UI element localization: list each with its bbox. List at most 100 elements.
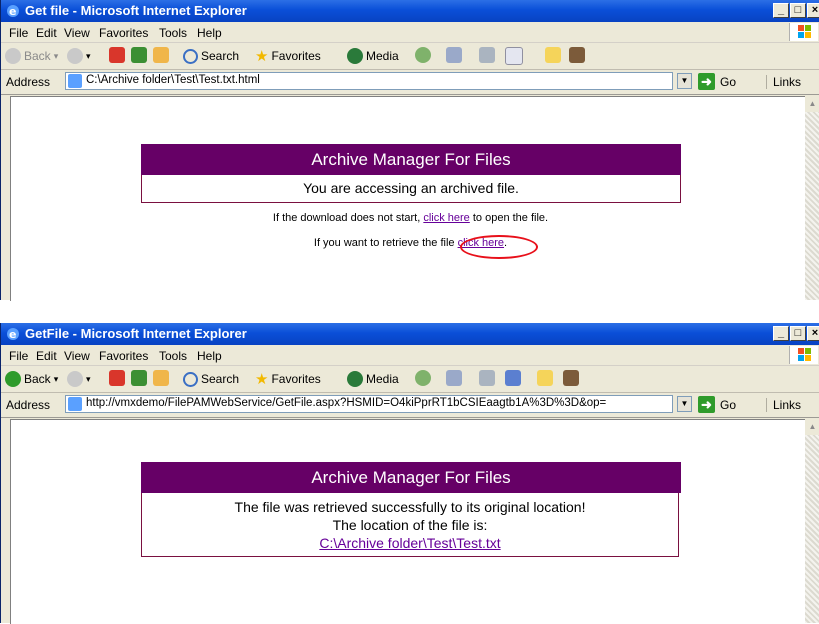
page-header: Archive Manager For Files <box>141 144 681 175</box>
page-icon <box>68 74 82 88</box>
menu-bar: File Edit View Favorites Tools Help <box>1 22 819 43</box>
mail-icon[interactable] <box>446 47 462 63</box>
star-icon: ★ <box>255 371 269 388</box>
back-arrow-icon <box>5 48 21 64</box>
discuss-icon[interactable] <box>545 47 561 63</box>
window-title: Get file - Microsoft Internet Explorer <box>25 3 247 18</box>
address-bar: Address http://vmxdemo/FilePAMWebService… <box>1 393 819 418</box>
address-input[interactable]: C:\Archive folder\Test\Test.txt.html <box>65 72 673 90</box>
minimize-button[interactable]: _ <box>773 3 789 18</box>
location-label: The location of the file is: <box>332 517 488 533</box>
media-button[interactable]: Media <box>347 370 399 388</box>
media-icon <box>347 371 363 387</box>
mail-icon[interactable] <box>446 370 462 386</box>
search-icon <box>183 371 198 387</box>
windows-logo-icon <box>789 23 818 41</box>
windows-logo-icon <box>789 346 818 364</box>
favorites-button[interactable]: ★ Favorites <box>255 47 321 65</box>
maximize-button[interactable]: □ <box>790 3 806 18</box>
menu-favorites[interactable]: Favorites <box>99 26 148 40</box>
highlight-oval <box>460 235 538 259</box>
download-instruction: If the download does not start, click he… <box>272 212 549 224</box>
window-title: GetFile - Microsoft Internet Explorer <box>25 326 247 341</box>
minimize-button[interactable]: _ <box>773 326 789 341</box>
menu-bar: File Edit View Favorites Tools Help <box>1 345 819 366</box>
svg-text:e: e <box>9 5 16 18</box>
discuss-icon[interactable] <box>537 370 553 386</box>
page-header: Archive Manager For Files <box>141 462 681 493</box>
address-label: Address <box>6 398 51 412</box>
menu-help[interactable]: Help <box>197 26 222 40</box>
print-icon[interactable] <box>479 47 495 63</box>
vertical-scrollbar[interactable]: ▲ <box>805 419 819 623</box>
search-button[interactable]: Search <box>183 47 239 65</box>
forward-button[interactable]: ▾ <box>67 47 91 65</box>
go-arrow-icon: ➜ <box>698 396 715 413</box>
go-button[interactable]: ➜ Go <box>698 73 736 90</box>
address-input[interactable]: http://vmxdemo/FilePAMWebService/GetFile… <box>65 395 673 413</box>
toolbar: Back ▾ ▾ Search ★ Favorites Media <box>1 43 819 70</box>
back-button[interactable]: Back ▾ <box>5 47 58 65</box>
success-message: The file was retrieved successfully to i… <box>234 499 586 515</box>
search-icon <box>183 48 198 64</box>
forward-button[interactable]: ▾ <box>67 370 91 388</box>
close-button[interactable]: × <box>807 3 819 18</box>
links-button[interactable]: Links <box>766 398 801 412</box>
browser-window-getfile: e GetFile - Microsoft Internet Explorer … <box>0 323 819 624</box>
address-dropdown-button[interactable]: ▼ <box>677 73 692 89</box>
messenger-icon[interactable] <box>569 47 585 63</box>
maximize-button[interactable]: □ <box>790 326 806 341</box>
ie-icon: e <box>7 5 19 18</box>
result-message-box: The file was retrieved successfully to i… <box>141 493 679 557</box>
address-label: Address <box>6 75 51 89</box>
go-arrow-icon: ➜ <box>698 73 715 90</box>
forward-arrow-icon <box>67 48 83 64</box>
print-icon[interactable] <box>479 370 495 386</box>
edit-icon[interactable] <box>505 47 523 65</box>
scroll-up-icon[interactable]: ▲ <box>805 419 819 435</box>
stop-icon[interactable] <box>109 47 125 63</box>
toolbar: Back ▾ ▾ Search ★ Favorites Media <box>1 366 819 393</box>
scroll-up-icon[interactable]: ▲ <box>805 96 819 112</box>
media-icon <box>347 48 363 64</box>
vertical-scrollbar[interactable]: ▲ <box>805 96 819 300</box>
favorites-button[interactable]: ★ Favorites <box>255 370 321 388</box>
search-button[interactable]: Search <box>183 370 239 388</box>
history-icon[interactable] <box>415 370 431 386</box>
menu-help[interactable]: Help <box>197 349 222 363</box>
menu-edit[interactable]: Edit <box>36 349 57 363</box>
menu-tools[interactable]: Tools <box>159 349 187 363</box>
menu-file[interactable]: File <box>9 26 28 40</box>
title-bar[interactable]: e GetFile - Microsoft Internet Explorer … <box>1 323 819 345</box>
close-button[interactable]: × <box>807 326 819 341</box>
back-button[interactable]: Back ▾ <box>5 370 58 388</box>
address-bar: Address C:\Archive folder\Test\Test.txt.… <box>1 70 819 95</box>
refresh-icon[interactable] <box>131 47 147 63</box>
home-icon[interactable] <box>153 370 169 386</box>
edit-icon[interactable] <box>505 370 521 386</box>
menu-edit[interactable]: Edit <box>36 26 57 40</box>
messenger-icon[interactable] <box>563 370 579 386</box>
open-file-link[interactable]: click here <box>423 212 469 224</box>
browser-window-get-file: e Get file - Microsoft Internet Explorer… <box>0 0 819 301</box>
stop-icon[interactable] <box>109 370 125 386</box>
links-button[interactable]: Links <box>766 75 801 89</box>
menu-tools[interactable]: Tools <box>159 26 187 40</box>
file-location-link[interactable]: C:\Archive folder\Test\Test.txt <box>319 535 500 551</box>
menu-file[interactable]: File <box>9 349 28 363</box>
go-button[interactable]: ➜ Go <box>698 396 736 413</box>
ie-icon: e <box>7 328 19 341</box>
refresh-icon[interactable] <box>131 370 147 386</box>
retrieve-instruction: If you want to retrieve the file click h… <box>313 237 508 249</box>
media-button[interactable]: Media <box>347 47 399 65</box>
status-message: You are accessing an archived file. <box>141 175 681 203</box>
star-icon: ★ <box>255 48 269 65</box>
menu-view[interactable]: View <box>64 349 90 363</box>
address-dropdown-button[interactable]: ▼ <box>677 396 692 412</box>
page-icon <box>68 397 82 411</box>
menu-view[interactable]: View <box>64 26 90 40</box>
history-icon[interactable] <box>415 47 431 63</box>
home-icon[interactable] <box>153 47 169 63</box>
title-bar[interactable]: e Get file - Microsoft Internet Explorer… <box>1 0 819 22</box>
menu-favorites[interactable]: Favorites <box>99 349 148 363</box>
